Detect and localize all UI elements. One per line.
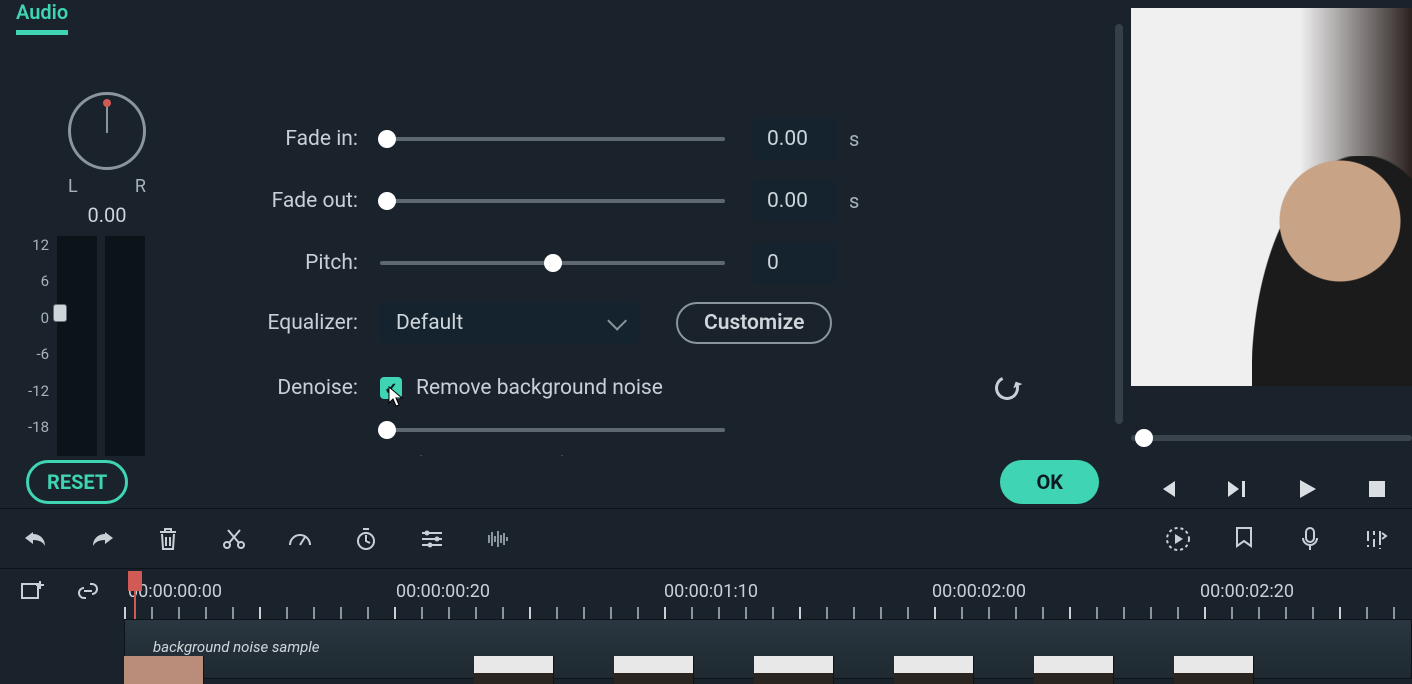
- clip-thumb: [1034, 656, 1114, 684]
- clip-thumb: [614, 656, 694, 684]
- stop-button[interactable]: [1362, 479, 1392, 499]
- time-ruler[interactable]: 00:00:00:00 00:00:00:20 00:00:01:10 00:0…: [124, 577, 1412, 621]
- fade-in-label: Fade in:: [230, 127, 380, 151]
- undo-button[interactable]: [22, 525, 50, 553]
- toolbar: [0, 508, 1412, 568]
- fade-in-slider[interactable]: [380, 127, 725, 151]
- pitch-value[interactable]: 0: [753, 242, 837, 284]
- clip-thumb: [754, 656, 834, 684]
- link-button[interactable]: [74, 577, 102, 605]
- timer-button[interactable]: [352, 525, 380, 553]
- scrollbar[interactable]: [1115, 24, 1123, 424]
- video-preview: [1131, 8, 1412, 386]
- clip-thumb: [474, 656, 554, 684]
- customize-button[interactable]: Customize: [676, 302, 832, 344]
- fade-out-unit: s: [849, 189, 859, 213]
- audio-panel: Audio L R 0.00 12 6 0 -6 -12 -18: [0, 0, 1125, 508]
- meter-tick: -6: [28, 345, 49, 363]
- meter-tick: 0: [28, 309, 49, 327]
- denoise-checkbox-label: Remove background noise: [416, 376, 663, 400]
- denoise-checkbox[interactable]: ✓: [380, 377, 402, 399]
- clip-label: background noise sample: [153, 638, 320, 656]
- prev-frame-button[interactable]: [1151, 478, 1181, 500]
- pan-right-label: R: [135, 176, 146, 197]
- time-label: 00:00:02:20: [1200, 581, 1294, 602]
- volume-meter: 12 6 0 -6 -12 -18: [28, 236, 145, 460]
- adjust-button[interactable]: [418, 525, 446, 553]
- meter-tick: 12: [28, 236, 49, 254]
- ok-button[interactable]: OK: [1000, 460, 1099, 504]
- render-button[interactable]: [1164, 525, 1192, 553]
- play-button[interactable]: [1292, 478, 1322, 500]
- denoise-reset-icon[interactable]: [995, 376, 1019, 400]
- meter-tick: -18: [28, 418, 49, 436]
- fade-out-value[interactable]: 0.00: [753, 180, 837, 222]
- meter-tick: 6: [28, 272, 49, 290]
- pitch-slider[interactable]: [380, 251, 725, 275]
- pan-dial[interactable]: L R 0.00: [68, 92, 146, 227]
- audio-mixer-button[interactable]: [1362, 525, 1390, 553]
- time-label: 00:00:00:00: [128, 581, 222, 602]
- reset-button[interactable]: RESET: [26, 460, 128, 504]
- time-label: 00:00:01:10: [664, 581, 758, 602]
- dial-icon: [68, 92, 146, 170]
- fade-out-label: Fade out:: [230, 189, 380, 213]
- denoise-label: Denoise:: [230, 376, 380, 400]
- meter-bar-right: [105, 236, 145, 460]
- meter-tick: -12: [28, 382, 49, 400]
- timeline: 00:00:00:00 00:00:00:20 00:00:01:10 00:0…: [0, 568, 1412, 684]
- pan-left-label: L: [68, 176, 78, 197]
- fade-in-unit: s: [849, 127, 859, 151]
- volume-slider-thumb[interactable]: [53, 304, 67, 322]
- pan-value: 0.00: [68, 203, 146, 227]
- fade-out-slider[interactable]: [380, 189, 725, 213]
- waveform-button[interactable]: [484, 525, 512, 553]
- delete-button[interactable]: [154, 525, 182, 553]
- clip-thumb: [1174, 656, 1254, 684]
- marker-button[interactable]: [1230, 525, 1258, 553]
- split-button[interactable]: [220, 525, 248, 553]
- add-media-button[interactable]: [18, 577, 46, 605]
- equalizer-select[interactable]: Default: [380, 302, 638, 344]
- equalizer-label: Equalizer:: [230, 311, 380, 335]
- fade-in-value[interactable]: 0.00: [753, 118, 837, 160]
- pitch-label: Pitch:: [230, 251, 380, 275]
- time-label: 00:00:02:00: [932, 581, 1026, 602]
- preview-seekbar[interactable]: [1131, 426, 1412, 450]
- meter-bar-left: [57, 236, 97, 460]
- speed-button[interactable]: [286, 525, 314, 553]
- tab-audio[interactable]: Audio: [16, 0, 68, 35]
- redo-button[interactable]: [88, 525, 116, 553]
- clip-thumb: [124, 656, 204, 684]
- step-button[interactable]: [1221, 478, 1251, 500]
- equalizer-selected: Default: [396, 311, 463, 335]
- time-label: 00:00:00:20: [396, 581, 490, 602]
- preview-panel: [1125, 0, 1412, 508]
- clip-thumb: [894, 656, 974, 684]
- chevron-down-icon: [607, 311, 627, 331]
- denoise-slider[interactable]: [380, 418, 725, 442]
- record-voice-button[interactable]: [1296, 525, 1324, 553]
